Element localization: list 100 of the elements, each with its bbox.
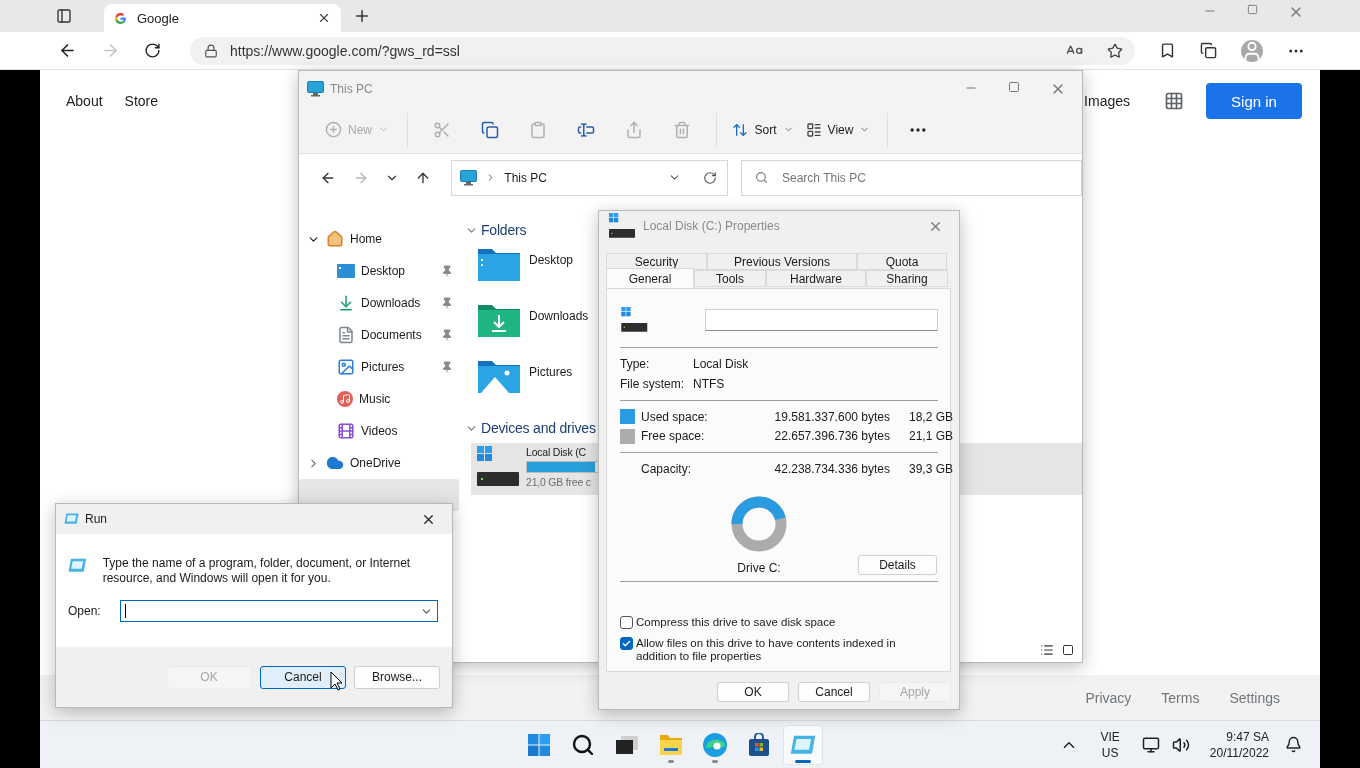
drive-icon [620, 306, 649, 333]
refresh-icon[interactable] [144, 42, 161, 59]
view-icon [805, 121, 822, 138]
start-icon[interactable] [527, 732, 551, 757]
sidebar-item[interactable]: Videos [299, 415, 459, 447]
folder-name[interactable]: Pictures [529, 359, 573, 379]
footer-link[interactable]: Terms [1161, 689, 1200, 706]
collections-icon[interactable] [1200, 42, 1217, 59]
header-link[interactable]: Store [124, 93, 159, 109]
browser-tab[interactable]: Google [104, 4, 341, 32]
dialog-button[interactable]: Browse... [354, 665, 440, 689]
dialog-button[interactable]: Cancel [260, 665, 346, 689]
sidebar-item[interactable]: Music [299, 383, 459, 415]
download-folder-icon [477, 303, 521, 339]
dialog-title: Run [85, 512, 107, 526]
dialog-tab[interactable]: Tools [694, 270, 766, 287]
rename-icon[interactable] [577, 120, 595, 139]
clock-date[interactable]: 20/11/2022 [1209, 745, 1269, 760]
dialog-tab[interactable]: Sharing [866, 270, 948, 287]
refresh-icon[interactable] [703, 170, 717, 185]
dialog-tab[interactable]: Hardware [766, 270, 866, 287]
space-bytes: 22.657.396.736 bytes [773, 429, 890, 444]
breadcrumb-item[interactable]: This PC [504, 170, 660, 185]
search-field[interactable]: Search This PC [741, 159, 1082, 196]
sign-in-button[interactable]: Sign in [1206, 83, 1302, 119]
images-link[interactable]: Images [1084, 93, 1130, 109]
section-heading: Folders [481, 222, 527, 238]
google-logo-icon [114, 11, 127, 25]
edge-browser-icon[interactable] [702, 731, 728, 758]
input-language-text[interactable]: VIE [1100, 729, 1120, 744]
video-icon [337, 422, 355, 440]
property-value: NTFS [693, 376, 726, 391]
back-icon[interactable] [58, 41, 77, 60]
mouse-pointer-icon [330, 671, 344, 691]
apps-grid-icon[interactable] [1164, 91, 1184, 111]
new-tab-icon[interactable] [353, 7, 371, 25]
input-language-text[interactable]: US [1101, 745, 1119, 760]
dialog-tab[interactable]: General [606, 268, 694, 288]
tab-actions-icon[interactable] [56, 8, 72, 24]
cloud-icon [326, 454, 344, 472]
running-indicator [712, 759, 718, 763]
running-indicator [668, 759, 674, 763]
monitor-icon [307, 80, 324, 97]
property-label: Type: [620, 356, 651, 371]
store-icon[interactable] [747, 732, 771, 757]
dialog-button[interactable]: OK [717, 682, 789, 702]
desktop-icon [337, 264, 355, 278]
copy-icon[interactable] [481, 120, 499, 139]
dialog-button[interactable]: Cancel [798, 682, 870, 702]
sidebar-item[interactable]: Downloads [299, 287, 459, 319]
dialog-tab[interactable]: Security [606, 253, 707, 270]
header-link[interactable]: About [66, 93, 103, 109]
view-button[interactable]: View [799, 112, 877, 147]
space-size: 39,3 GB [907, 462, 953, 477]
sort-button[interactable]: Sort [727, 112, 799, 147]
notification-icon[interactable] [1285, 736, 1302, 753]
clock-time[interactable]: 9:47 SA [1226, 729, 1269, 744]
address-bar[interactable]: This PC [451, 159, 728, 196]
footer-link[interactable]: Privacy [1085, 689, 1132, 706]
search-icon[interactable] [571, 732, 595, 757]
document-icon [337, 326, 355, 344]
space-bytes: 42.238.734.336 bytes [773, 462, 890, 477]
volume-label-field[interactable] [704, 308, 938, 331]
run-title-icon [64, 513, 79, 525]
running-indicator [795, 759, 811, 763]
folder-name[interactable]: Downloads [529, 303, 589, 323]
details-button[interactable]: Details [858, 554, 937, 575]
space-label: Capacity: [641, 462, 693, 477]
maximize-icon[interactable] [1008, 80, 1020, 93]
footer-link[interactable]: Settings [1229, 689, 1280, 706]
checkbox[interactable] [620, 637, 633, 651]
open-combobox[interactable] [119, 600, 438, 622]
sidebar-item[interactable]: Desktop [299, 255, 459, 287]
favorites-icon[interactable] [1159, 42, 1176, 59]
sidebar-item[interactable]: Home [299, 223, 459, 255]
property-label: File system: [620, 376, 685, 391]
monitor-icon [460, 169, 478, 186]
drive-icon [607, 213, 637, 239]
sidebar-item[interactable]: OneDrive [299, 447, 459, 479]
space-bytes: 19.581.337.600 bytes [773, 409, 890, 424]
close-tab-icon[interactable] [317, 11, 331, 25]
checkbox-label[interactable]: Compress this drive to save disk space [636, 616, 836, 630]
network-icon[interactable] [1141, 735, 1160, 754]
file-explorer-icon[interactable] [659, 733, 683, 756]
picture-icon [337, 358, 355, 376]
folder-name[interactable]: Desktop [529, 247, 574, 267]
tiles-view-icon[interactable] [1062, 644, 1074, 656]
free-space-ring [731, 496, 787, 552]
dialog-tab[interactable]: Quota [857, 253, 947, 270]
sidebar-item[interactable]: Documents [299, 319, 459, 351]
restore-icon[interactable] [1247, 4, 1258, 15]
details-view-icon[interactable] [1040, 643, 1054, 657]
lock-icon[interactable] [204, 43, 218, 58]
music-icon [337, 391, 353, 407]
task-view-icon[interactable] [615, 734, 639, 755]
checkbox[interactable] [620, 616, 633, 630]
volume-icon[interactable] [1171, 735, 1190, 754]
dialog-tab[interactable]: Previous Versions [707, 253, 857, 270]
sidebar-item[interactable]: Pictures [299, 351, 459, 383]
add-favorite-icon[interactable] [1107, 42, 1123, 59]
